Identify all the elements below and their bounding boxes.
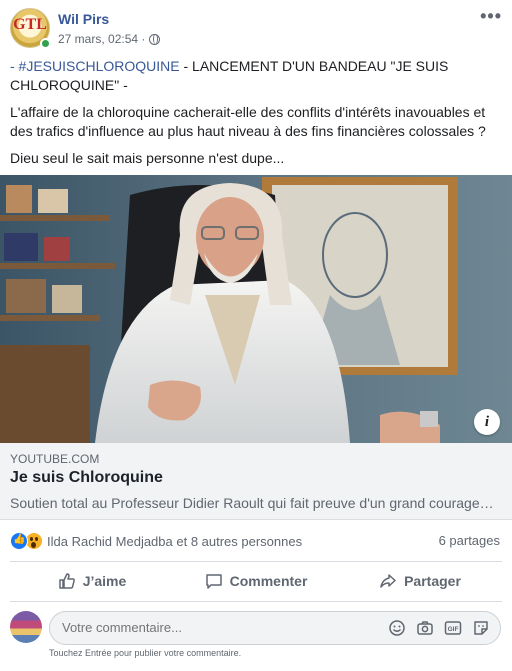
author-name[interactable]: Wil Pirs [58,11,109,27]
post-paragraph-1: L'affaire de la chloroquine cacherait-el… [10,104,486,139]
like-icon [10,532,28,550]
emoji-icon[interactable] [388,619,406,637]
post-paragraph-2: Dieu seul le sait mais personne n'est du… [10,150,285,166]
online-status-dot [40,38,51,49]
link-preview-card[interactable]: YOUTUBE.COM Je suis Chloroquine Soutien … [0,443,512,520]
thumbs-up-icon [58,573,75,589]
post-headline: - #JESUISCHLOROQUINE - LANCEMENT D'UN BA… [10,57,504,95]
sticker-icon[interactable] [472,619,490,637]
share-arrow-icon [380,574,396,588]
camera-icon[interactable] [416,619,434,637]
globe-icon [149,33,161,45]
svg-text:GIF: GIF [448,626,459,633]
comment-composer[interactable]: GIF [49,611,501,645]
gif-icon[interactable]: GIF [444,619,462,637]
like-button[interactable]: J’aime [10,562,174,600]
video-thumbnail[interactable]: i [0,175,512,443]
reactors-text[interactable]: Ilda Rachid Medjadba et 8 autres personn… [47,534,302,549]
wow-mouth [31,542,36,548]
comment-input[interactable] [62,612,362,644]
more-options-button[interactable]: ••• [480,6,502,27]
hashtag-link[interactable]: - #JESUISCHLOROQUINE [10,58,180,74]
post-text: - #JESUISCHLOROQUINE - LANCEMENT D'UN BA… [10,57,504,176]
composer-hint: Touchez Entrée pour publier votre commen… [49,648,242,658]
comment-label: Commenter [229,573,308,589]
facebook-post: GTL Wil Pirs 27 mars, 02:54 · ••• - #JES… [0,0,512,671]
post-header: GTL Wil Pirs 27 mars, 02:54 · ••• [0,0,512,56]
like-label: J’aime [82,573,127,589]
composer-icons: GIF [388,619,490,637]
reactions-summary[interactable]: Ilda Rachid Medjadba et 8 autres personn… [10,530,302,552]
comment-button[interactable]: Commenter [174,562,338,600]
wow-eye [35,537,38,541]
post-meta: 27 mars, 02:54 · [58,32,161,46]
info-button[interactable]: i [474,409,500,435]
post-timestamp[interactable]: 27 mars, 02:54 · [58,32,145,46]
share-button[interactable]: Partager [338,562,502,600]
action-bar: J’aime Commenter Partager [10,562,502,600]
comment-icon [205,574,222,589]
link-domain: YOUTUBE.COM [10,452,100,466]
divider [10,601,502,602]
thumbnail-illustration [0,175,512,443]
wow-eye [30,537,33,541]
share-label: Partager [404,573,461,589]
current-user-avatar[interactable] [10,611,42,643]
avatar-monogram: GTL [13,16,47,33]
link-title[interactable]: Je suis Chloroquine [10,469,163,487]
shares-count[interactable]: 6 partages [439,533,500,548]
link-description: Soutien total au Professeur Didier Raoul… [10,495,494,511]
